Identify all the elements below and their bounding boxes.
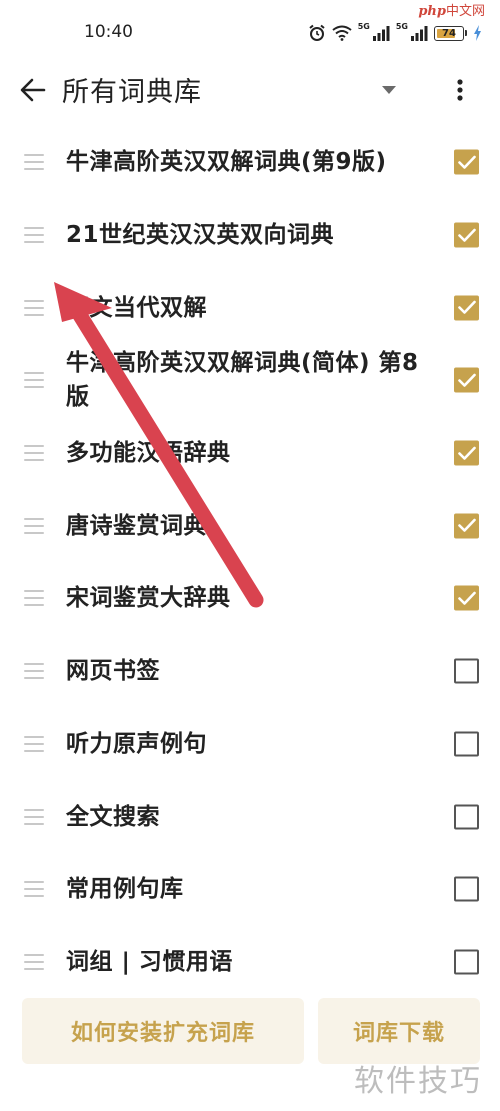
drag-handle-icon[interactable]: [24, 154, 44, 171]
list-item[interactable]: 朗文当代双解: [0, 271, 500, 344]
list-item[interactable]: 宋词鉴赏大辞典: [0, 562, 500, 635]
check-icon: [457, 300, 476, 315]
checkbox-unchecked[interactable]: [454, 949, 479, 975]
dictionary-label: 常用例句库: [66, 876, 184, 903]
download-dictionary-button[interactable]: 词库下载: [318, 998, 480, 1064]
checkbox-checked[interactable]: [454, 585, 479, 611]
list-item[interactable]: 牛津高阶英汉双解词典(简体) 第8版: [0, 344, 500, 417]
drag-handle-icon[interactable]: [24, 445, 44, 462]
dictionary-label: 听力原声例句: [66, 730, 207, 757]
battery-cap: [465, 30, 467, 36]
watermark-bottom: 软件技巧: [354, 1064, 482, 1099]
dictionary-label: 多功能汉语辞典: [66, 440, 231, 467]
drag-handle-icon[interactable]: [24, 663, 44, 680]
status-bar: 10:40 5G 5G 74 php中文网: [0, 0, 500, 66]
drag-handle-icon[interactable]: [24, 299, 44, 316]
dictionary-label: 全文搜索: [66, 803, 160, 830]
list-item[interactable]: 听力原声例句: [0, 708, 500, 781]
check-icon: [457, 518, 476, 533]
drag-handle-icon[interactable]: [24, 953, 44, 970]
drag-handle-icon[interactable]: [24, 517, 44, 534]
install-guide-button[interactable]: 如何安装扩充词库: [22, 998, 304, 1064]
watermark-top-suffix: 中文网: [445, 4, 485, 19]
checkbox-unchecked[interactable]: [454, 731, 479, 757]
checkbox-checked[interactable]: [454, 222, 479, 248]
checkbox-checked[interactable]: [454, 295, 479, 321]
charging-icon: [474, 25, 481, 41]
checkbox-unchecked[interactable]: [454, 804, 479, 830]
signal-icon-1: [372, 26, 390, 41]
back-arrow-icon: [20, 78, 46, 102]
dictionary-label: 牛津高阶英汉双解词典(简体) 第8版: [66, 350, 419, 411]
list-item[interactable]: 全文搜索: [0, 780, 500, 853]
alarm-icon: [309, 24, 325, 41]
checkbox-checked[interactable]: [454, 367, 479, 393]
dictionary-label: 词组 | 习惯用语: [66, 948, 233, 975]
app-bar: 所有词典库: [0, 66, 500, 114]
watermark-top-prefix: php: [418, 4, 446, 19]
drag-handle-icon[interactable]: [24, 735, 44, 752]
dropdown-button[interactable]: [376, 78, 402, 102]
dictionary-label: 朗文当代双解: [66, 294, 207, 321]
list-item[interactable]: 唐诗鉴赏词典: [0, 489, 500, 562]
list-item[interactable]: 词组 | 习惯用语: [0, 926, 500, 999]
list-item[interactable]: 常用例句库: [0, 853, 500, 926]
check-icon: [457, 446, 476, 460]
caret-down-icon: [382, 86, 396, 94]
battery-level: 74: [442, 27, 456, 39]
dictionary-label: 牛津高阶英汉双解词典(第9版): [66, 149, 387, 176]
drag-handle-icon[interactable]: [24, 590, 44, 607]
more-vertical-icon: [457, 79, 463, 101]
checkbox-checked[interactable]: [454, 440, 479, 466]
bottom-bar: 如何安装扩充词库 词库下载: [0, 998, 500, 1064]
dictionary-label: 唐诗鉴赏词典: [66, 512, 207, 539]
list-item[interactable]: 多功能汉语辞典: [0, 417, 500, 490]
list-item[interactable]: 网页书签: [0, 635, 500, 708]
checkbox-checked[interactable]: [454, 149, 479, 175]
wifi-icon: [332, 25, 352, 41]
dictionary-list: 牛津高阶英汉双解词典(第9版) 21世纪英汉汉英双向词典 朗文当代双解 牛津高阶…: [0, 126, 500, 998]
dictionary-label: 宋词鉴赏大辞典: [66, 585, 231, 612]
drag-handle-icon[interactable]: [24, 227, 44, 244]
network-label-2: 5G: [395, 22, 408, 31]
drag-handle-icon[interactable]: [24, 372, 44, 389]
checkbox-unchecked[interactable]: [454, 658, 479, 684]
status-icons: 5G 5G 74: [308, 20, 482, 46]
check-icon: [457, 228, 476, 242]
battery-indicator: 74: [434, 25, 464, 41]
dictionary-label: 21世纪英汉汉英双向词典: [66, 222, 335, 249]
drag-handle-icon[interactable]: [24, 808, 44, 825]
signal-icon-2: [411, 26, 428, 41]
check-icon: [457, 373, 476, 387]
check-icon: [457, 155, 476, 169]
more-options-button[interactable]: [448, 72, 472, 108]
back-button[interactable]: [16, 72, 50, 108]
checkbox-unchecked[interactable]: [454, 876, 479, 902]
dictionary-label: 网页书签: [66, 658, 160, 685]
page-title: 所有词典库: [62, 77, 202, 108]
drag-handle-icon[interactable]: [24, 881, 44, 898]
list-item[interactable]: 21世纪英汉汉英双向词典: [0, 199, 500, 272]
check-icon: [457, 591, 476, 605]
checkbox-checked[interactable]: [454, 513, 479, 539]
network-label-1: 5G: [357, 22, 370, 31]
list-item[interactable]: 牛津高阶英汉双解词典(第9版): [0, 126, 500, 199]
watermark-top: php中文网: [415, 0, 488, 19]
status-time: 10:40: [84, 22, 133, 42]
